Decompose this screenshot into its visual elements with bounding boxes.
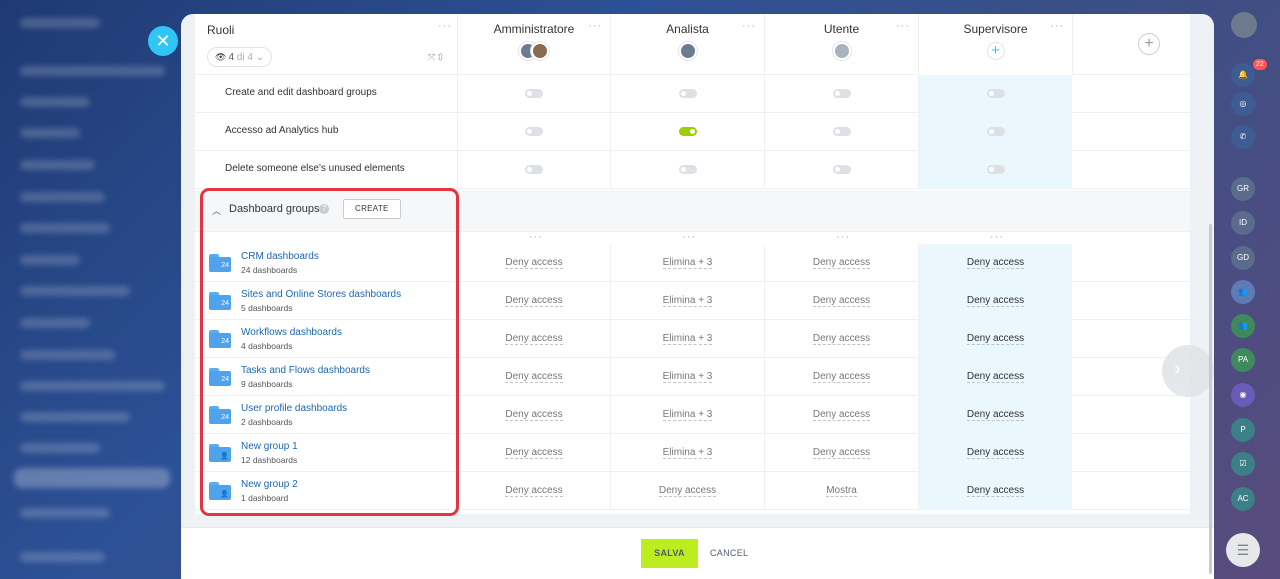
close-slider-button[interactable]: ✕ [148,26,178,56]
highlight-frame [200,188,459,516]
access-level-selector[interactable]: Deny access [458,257,610,269]
access-level-selector[interactable]: Elimina + 3 [611,371,764,383]
copilot-icon[interactable]: ◎ [1231,92,1255,116]
access-level-selector[interactable]: Deny access [765,409,918,421]
avatar [531,42,549,60]
menu-icon[interactable]: ☰ [1226,533,1260,567]
access-level-selector[interactable]: Deny access [765,257,918,269]
column-header-amministratore[interactable]: Amministratore ··· [457,14,610,75]
contact-avatar[interactable]: P [1231,418,1255,442]
add-role-button[interactable]: + [1138,33,1160,55]
column-menu-icon[interactable]: ··· [588,20,602,32]
permission-row: Create and edit dashboard groups [195,75,1190,113]
access-level-selector[interactable]: Mostra [765,485,918,497]
eye-icon: 👁 [215,52,227,62]
roles-menu-icon[interactable]: ··· [438,20,452,32]
access-level-selector[interactable]: Deny access [458,409,610,421]
add-column-area [1072,14,1190,75]
role-members[interactable] [519,42,549,60]
background-sidebar [0,0,180,579]
column-header-utente[interactable]: Utente ··· [764,14,918,75]
access-level-selector[interactable]: Deny access [458,371,610,383]
column-menu-icon[interactable]: ··· [990,231,1004,243]
access-level-selector[interactable]: Elimina + 3 [611,295,764,307]
access-level-selector[interactable]: Deny access [919,447,1072,459]
chat-icon[interactable]: ✆ [1231,125,1255,149]
access-level-selector[interactable]: Deny access [765,295,918,307]
access-level-selector[interactable]: Deny access [919,257,1072,269]
permission-toggle[interactable] [986,89,1005,98]
access-level-selector[interactable]: Deny access [765,333,918,345]
access-level-selector[interactable]: Deny access [765,371,918,383]
avatar [832,42,851,60]
permission-toggle[interactable] [678,165,697,174]
cancel-button[interactable]: CANCEL [710,539,748,568]
scrollbar[interactable] [1209,224,1212,574]
permission-toggle[interactable] [832,89,851,98]
openline-icon[interactable]: ◉ [1231,383,1255,407]
save-button[interactable]: SALVA [641,539,698,568]
permission-row: Delete someone else's unused elements [195,151,1190,189]
access-level-selector[interactable]: Deny access [458,333,610,345]
contact-avatar[interactable]: GR [1231,177,1255,201]
access-level-selector[interactable]: Deny access [458,295,610,307]
contact-avatar[interactable]: AC [1231,487,1255,511]
bell-icon[interactable]: 🔔 22 [1231,59,1267,87]
permission-toggle[interactable] [986,127,1005,136]
permission-toggle[interactable] [832,127,851,136]
column-header-supervisore[interactable]: Supervisore ··· + [918,14,1072,75]
contact-avatar[interactable]: ID [1231,211,1255,235]
notification-badge: 22 [1253,59,1267,70]
access-level-selector[interactable]: Deny access [919,371,1072,383]
access-level-selector[interactable]: Deny access [919,485,1072,497]
table-header: Ruoli ··· 👁 4 di 4 ⌄ ⤧ ⇕ Amministratore ·… [195,14,1190,75]
roles-counter[interactable]: 👁 4 di 4 ⌄ [207,47,273,67]
access-level-selector[interactable]: Elimina + 3 [611,409,764,421]
user-avatar[interactable] [1231,12,1257,38]
contact-avatar[interactable]: PA [1231,348,1255,372]
column-menu-icon[interactable]: ··· [836,231,850,243]
access-level-selector[interactable]: Elimina + 3 [611,333,764,345]
permission-row: Accesso ad Analytics hub [195,113,1190,151]
permission-toggle[interactable] [525,127,543,136]
column-menu-icon[interactable]: ··· [896,20,910,32]
access-level-selector[interactable]: Deny access [458,485,610,497]
chevron-right-icon: › [1174,358,1181,380]
collapse-expand-icon[interactable]: ⤧ ⇕ [428,52,443,63]
avatar [678,42,697,60]
permission-toggle[interactable] [525,89,543,98]
access-level-selector[interactable]: Elimina + 3 [611,447,764,459]
access-level-selector[interactable]: Deny access [765,447,918,459]
access-level-selector[interactable]: Elimina + 3 [611,257,764,269]
column-menu-icon[interactable]: ··· [742,20,756,32]
role-members[interactable] [832,42,851,60]
permission-toggle[interactable] [986,165,1005,174]
add-member-icon[interactable]: + [986,42,1005,60]
permission-toggle[interactable] [525,165,543,174]
access-level-selector[interactable]: Deny access [919,409,1072,421]
group-icon[interactable]: 👥 [1231,280,1255,304]
footer-bar: SALVA CANCEL [181,527,1214,579]
task-icon[interactable]: ☑ [1231,452,1255,476]
roles-title: Ruoli [207,23,235,37]
column-menu-icon[interactable]: ··· [529,231,543,243]
right-sidebar: 🔔 22 ◎ ✆ GR ID GD 👥 👥 PA ◉ P ☑ AC ☰ [1220,0,1280,579]
permission-toggle[interactable] [678,127,697,136]
column-menu-icon[interactable]: ··· [682,231,696,243]
permission-toggle[interactable] [832,165,851,174]
contact-avatar[interactable]: GD [1231,246,1255,270]
role-members[interactable] [678,42,697,60]
access-level-selector[interactable]: Deny access [919,333,1072,345]
next-page-button[interactable]: › [1162,345,1214,397]
access-level-selector[interactable]: Deny access [611,485,764,497]
column-header-analista[interactable]: Analista ··· [610,14,764,75]
group-icon[interactable]: 👥 [1231,314,1255,338]
permission-toggle[interactable] [678,89,697,98]
column-menu-icon[interactable]: ··· [1050,20,1064,32]
access-level-selector[interactable]: Deny access [458,447,610,459]
access-level-selector[interactable]: Deny access [919,295,1072,307]
